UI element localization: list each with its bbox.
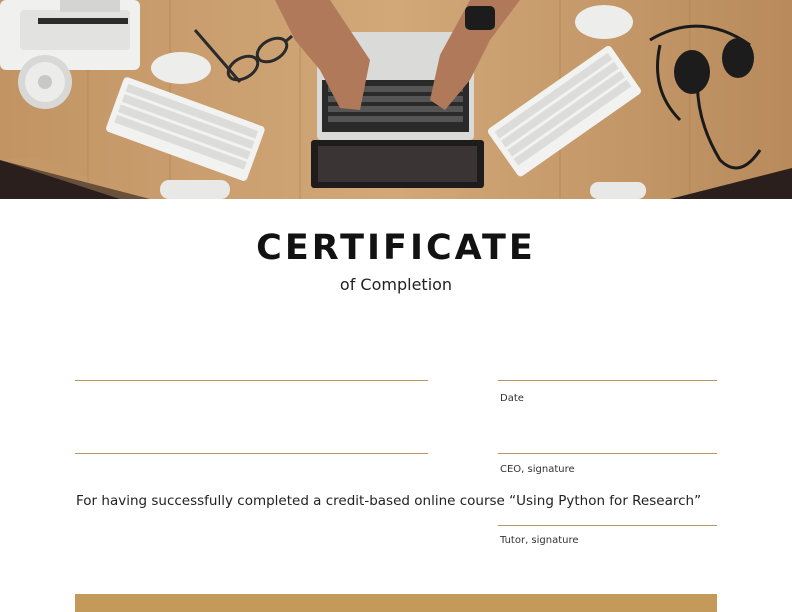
tutor-signature-line[interactable]: [498, 525, 717, 526]
device-icon: [0, 0, 140, 70]
tutor-signature-label: Tutor, signature: [500, 535, 579, 546]
footer-accent-bar: [75, 594, 717, 612]
certificate-title: CERTIFICATE: [256, 228, 536, 268]
certificate-subtitle: of Completion: [339, 275, 453, 294]
watch-icon: [465, 6, 495, 30]
mouse-icon: [151, 52, 211, 84]
date-label: Date: [500, 393, 524, 404]
completion-statement: For having successfully completed a cred…: [76, 493, 702, 509]
hero-photo: [0, 0, 792, 199]
recipient-name-line[interactable]: [75, 380, 428, 381]
recipient-detail-line[interactable]: [75, 453, 428, 454]
ceo-signature-label: CEO, signature: [500, 464, 575, 475]
date-line[interactable]: [498, 380, 717, 381]
ceo-signature-line[interactable]: [498, 453, 717, 454]
mouse-icon: [575, 5, 633, 39]
coffee-cup-icon: [18, 55, 72, 109]
